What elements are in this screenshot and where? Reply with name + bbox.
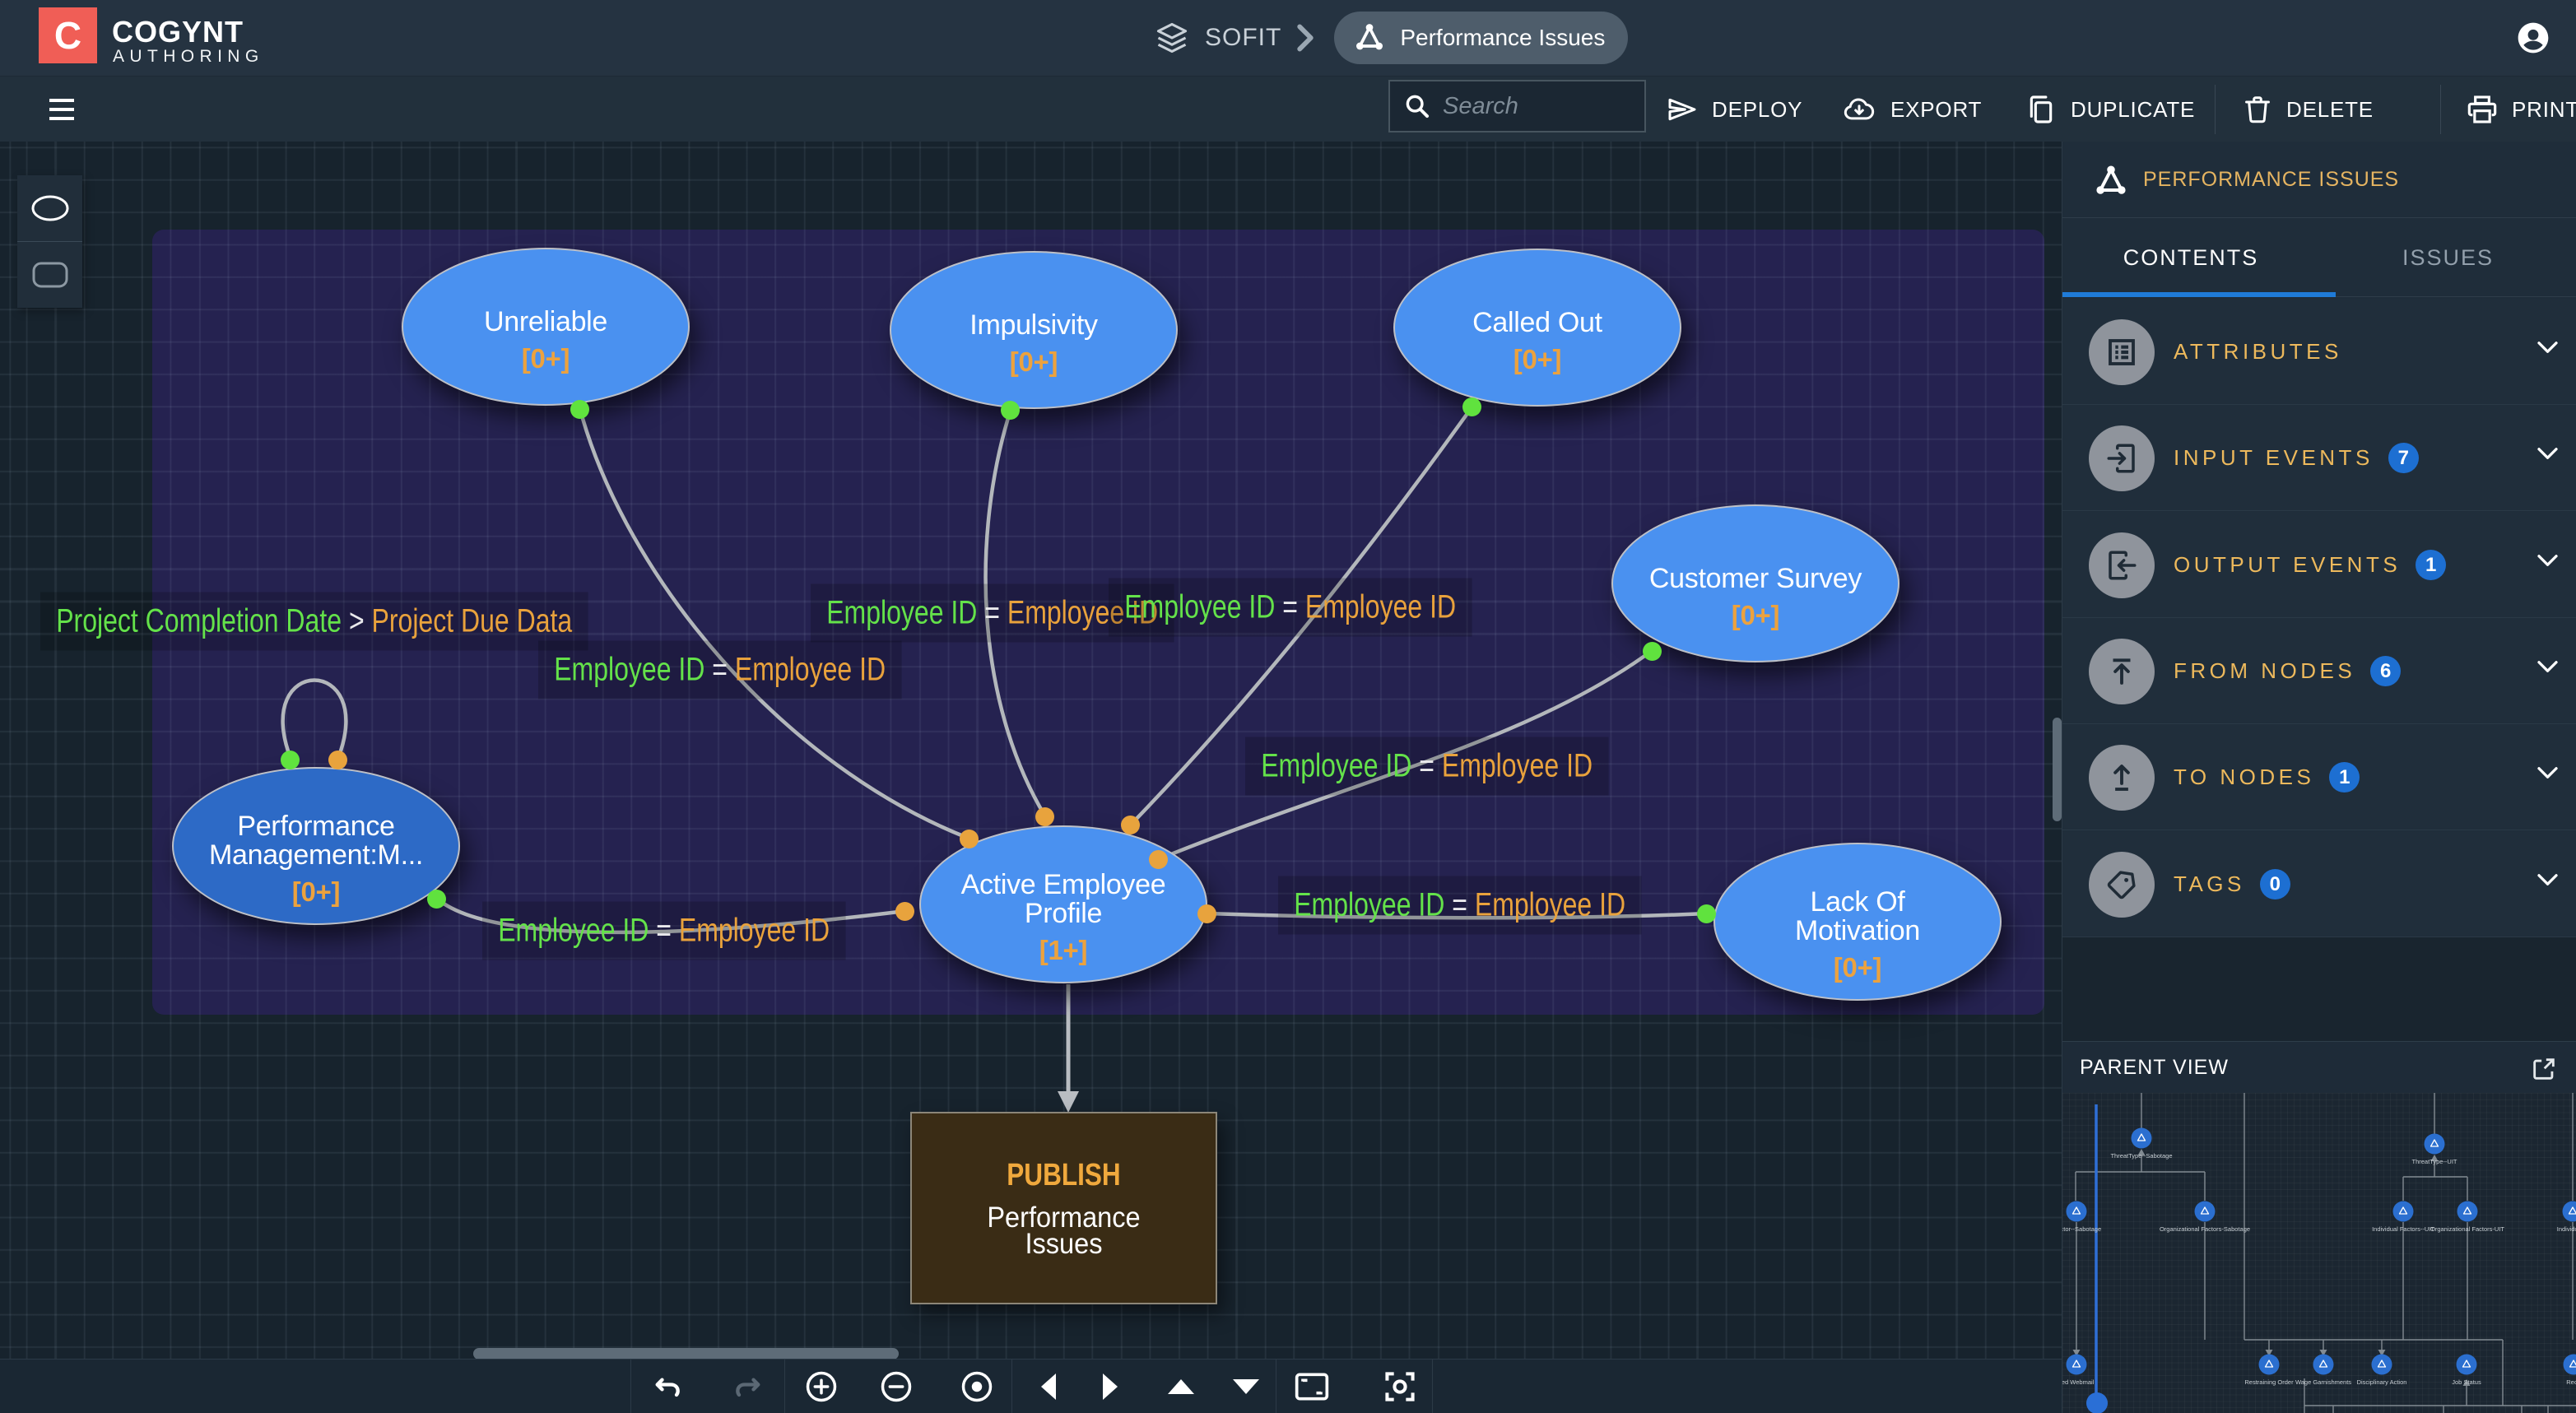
svg-text:Wage Garnishments: Wage Garnishments (2295, 1378, 2351, 1386)
svg-text:Individual Fa: Individual Fa (2557, 1225, 2576, 1233)
svg-text:listed Webmail: listed Webmail (2062, 1378, 2095, 1386)
svg-text:Organizational Factors-UIT: Organizational Factors-UIT (2430, 1225, 2504, 1233)
svg-text:Organizational Factors-Sabotag: Organizational Factors-Sabotage (2160, 1225, 2250, 1233)
svg-text:al Factor--Sabotage: al Factor--Sabotage (2062, 1225, 2101, 1233)
svg-text:Rece: Rece (2566, 1378, 2576, 1386)
svg-text:ThreatType--Sabotage: ThreatType--Sabotage (2110, 1152, 2172, 1160)
svg-text:Disciplinary Action: Disciplinary Action (2357, 1378, 2407, 1386)
svg-text:Individual Factors--UIT: Individual Factors--UIT (2372, 1225, 2434, 1233)
svg-text:ThreatType--UIT: ThreatType--UIT (2411, 1158, 2457, 1165)
svg-text:Job Status: Job Status (2452, 1378, 2481, 1386)
svg-text:Restraining Order: Restraining Order (2244, 1378, 2294, 1386)
